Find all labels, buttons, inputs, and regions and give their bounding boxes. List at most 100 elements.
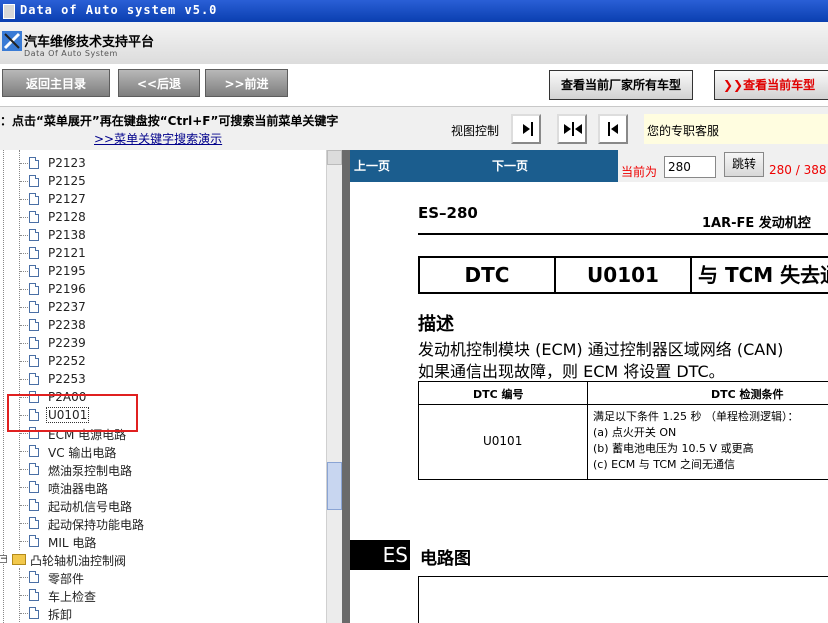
tree-item-label: 燃油泵控制电路 [48, 464, 133, 478]
document-icon [29, 517, 39, 529]
circuit-diagram-heading: 电路图 [420, 549, 471, 569]
tree-item[interactable]: P2238 [0, 316, 326, 334]
pane-divider[interactable] [342, 150, 350, 623]
tree-folder[interactable]: − 凸轮轴机油控制阀 [0, 550, 326, 568]
split-arrows-icon [564, 122, 582, 136]
document-icon [29, 481, 39, 493]
document-icon [29, 499, 39, 511]
tree-item[interactable]: P2195 [0, 262, 326, 280]
tree-item-label: P2237 [48, 300, 86, 314]
tree-item[interactable]: 零部件 [0, 568, 326, 586]
tree-item[interactable]: 车上检查 [0, 586, 326, 604]
tree-item[interactable]: P2138 [0, 226, 326, 244]
forward-button[interactable]: >>前进 [205, 69, 288, 97]
tree-item[interactable]: 起动机信号电路 [0, 496, 326, 514]
jump-button[interactable]: 跳转 [724, 152, 764, 177]
document-icon [29, 445, 39, 457]
tree-item-label: 拆卸 [48, 608, 73, 622]
dtc-condition-line: (a) 点火开关 ON [593, 426, 677, 439]
tree-item[interactable]: MIL 电路 [0, 532, 326, 550]
dtc-condition-header: DTC 检测条件 [711, 388, 784, 401]
double-chevron-icon: ❯❯ [723, 78, 744, 92]
document-icon [29, 193, 39, 205]
tree-scrollbar[interactable] [326, 150, 342, 623]
page-number-input[interactable] [664, 156, 716, 178]
document-icon [29, 283, 39, 295]
tree-item[interactable]: 燃油泵控制电路 [0, 460, 326, 478]
tree-item[interactable]: P2237 [0, 298, 326, 316]
tree-item[interactable]: P2196 [0, 280, 326, 298]
dtc-table-divider [587, 382, 588, 479]
view-expand-right-button[interactable] [511, 114, 541, 144]
dtc-condition-line: 满足以下条件 1.25 秒 （单程检测逻辑）： [593, 410, 799, 423]
view-expand-left-button[interactable] [598, 114, 628, 144]
tree-item[interactable]: P2252 [0, 352, 326, 370]
tree-guide-line [20, 523, 28, 524]
tree-item[interactable]: P2128 [0, 208, 326, 226]
document-icon [29, 589, 39, 601]
tree-guide-line [20, 217, 28, 218]
dtc-number-header: DTC 编号 [473, 388, 524, 401]
app-title: 汽车维修技术支持平台 [24, 35, 155, 50]
dtc-condition-line: (b) 蓄电池电压为 10.5 V 或更高 [593, 442, 754, 455]
tree-item[interactable]: P2121 [0, 244, 326, 262]
wrench-logo-icon [2, 31, 22, 51]
current-page-label: 当前为 [621, 165, 658, 179]
header-rule [418, 233, 828, 235]
search-demo-link[interactable]: >>菜单关键字搜索演示 [94, 130, 222, 147]
tree-item-label: P2195 [48, 264, 86, 278]
tree-guide-line [20, 343, 28, 344]
view-split-button[interactable] [557, 114, 587, 144]
tree-guide-line [20, 379, 28, 380]
dtc-label: DTC [420, 258, 556, 292]
tree-item[interactable]: 喷油器电路 [0, 478, 326, 496]
app-window-icon [3, 4, 15, 19]
collapse-icon[interactable]: − [0, 555, 8, 564]
tree-item-label: 车上检查 [48, 590, 97, 604]
tree-guide-line [20, 577, 28, 578]
tree-guide-line [20, 307, 28, 308]
scroll-up-button[interactable] [327, 150, 342, 165]
tree-item-label: 起动保持功能电路 [48, 518, 145, 532]
tree-guide-line [20, 181, 28, 182]
tree-guide-line [20, 613, 28, 614]
dtc-title-box: DTC U0101 与 TCM 失去通 [418, 256, 828, 294]
tree-guide-line [20, 289, 28, 290]
next-page-button[interactable]: 下一页 [492, 157, 528, 174]
all-models-button[interactable]: 查看当前厂家所有车型 [549, 70, 693, 100]
tree-item[interactable]: P2125 [0, 172, 326, 190]
prev-page-button[interactable]: 上一页 [354, 157, 390, 174]
customer-service-panel[interactable]: 您的专职客服 [644, 114, 828, 144]
tree-guide-line [20, 487, 28, 488]
tree-item[interactable]: P2127 [0, 190, 326, 208]
menu-tree: P2123 P2125 P2127 P2128 P2138 P2121 P2195 P2196… [0, 150, 326, 623]
tree-item-label: P2127 [48, 192, 86, 206]
tree-item[interactable]: P2239 [0, 334, 326, 352]
tree-item[interactable]: P2123 [0, 154, 326, 172]
document-icon [29, 175, 39, 187]
tree-item[interactable]: P2253 [0, 370, 326, 388]
tree-item[interactable]: 起动保持功能电路 [0, 514, 326, 532]
tree-item-label: P2238 [48, 318, 86, 332]
tree-item[interactable]: 拆卸 [0, 604, 326, 622]
dtc-title: 与 TCM 失去通 [698, 263, 828, 287]
home-button[interactable]: 返回主目录 [2, 69, 110, 97]
tree-guide-line [20, 325, 28, 326]
document-icon [29, 247, 39, 259]
view-control-label: 视图控制 [451, 124, 500, 138]
tree-guide-line [20, 469, 28, 470]
dtc-table: DTC 编号 DTC 检测条件 U0101 满足以下条件 1.25 秒 （单程检… [418, 381, 828, 480]
current-model-button[interactable]: ❯❯查看当前车型 [714, 70, 828, 100]
description-heading: 描述 [418, 314, 454, 335]
tree-item-label: 零部件 [48, 572, 85, 586]
app-header: 汽车维修技术支持平台 Data Of Auto System [0, 22, 828, 65]
current-model-label: 查看当前车型 [743, 78, 816, 92]
scroll-thumb[interactable] [327, 462, 342, 510]
folder-icon [12, 554, 26, 565]
back-button[interactable]: <<后退 [118, 69, 200, 97]
document-page: ES–280 1AR-FE 发动机控 DTC U0101 与 TCM 失去通 描… [350, 182, 828, 623]
es-section-badge: ES [350, 540, 410, 570]
tree-folder-label: 凸轮轴机油控制阀 [30, 554, 127, 568]
tree-item[interactable]: VC 输出电路 [0, 442, 326, 460]
tree-guide-line [20, 451, 28, 452]
